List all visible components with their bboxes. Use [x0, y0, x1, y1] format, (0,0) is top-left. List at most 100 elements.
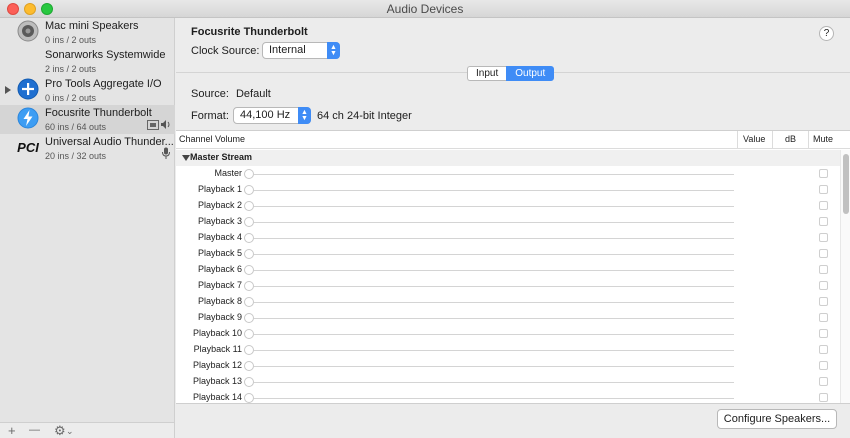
gear-icon[interactable]: ⚙ [54, 424, 66, 437]
volume-slider-knob[interactable] [244, 185, 254, 195]
channel-label: Playback 13 [192, 376, 242, 386]
aggregate-plus-icon [17, 78, 39, 100]
volume-slider-track[interactable] [254, 366, 734, 367]
channel-label: Playback 11 [193, 344, 242, 354]
disclosure-triangle-icon[interactable] [182, 155, 190, 161]
mute-checkbox[interactable] [819, 361, 828, 370]
device-item-sonarworks-systemwide[interactable]: Sonarworks Systemwide 2 ins / 2 outs [0, 47, 175, 76]
volume-slider-knob[interactable] [244, 393, 254, 403]
volume-slider-track[interactable] [254, 334, 734, 335]
mute-checkbox[interactable] [819, 265, 828, 274]
volume-slider-knob[interactable] [244, 329, 254, 339]
help-button[interactable]: ? [819, 26, 834, 41]
mute-checkbox[interactable] [819, 233, 828, 242]
mute-checkbox[interactable] [819, 345, 828, 354]
device-name: Focusrite Thunderbolt [45, 107, 152, 119]
mute-checkbox[interactable] [819, 185, 828, 194]
channel-row: Playback 7 [176, 278, 840, 294]
mute-checkbox[interactable] [819, 329, 828, 338]
microphone-icon [162, 147, 170, 162]
tab-input[interactable]: Input [467, 66, 507, 81]
device-io-count: 0 ins / 2 outs [45, 35, 97, 45]
mute-checkbox[interactable] [819, 201, 828, 210]
disclosure-triangle-icon[interactable] [5, 86, 11, 94]
remove-device-button[interactable]: — [29, 424, 40, 437]
mute-checkbox[interactable] [819, 169, 828, 178]
device-item-universal-audio[interactable]: PCI Universal Audio Thunder... 20 ins / … [0, 134, 175, 163]
window-title: Audio Devices [386, 2, 464, 16]
device-name: Sonarworks Systemwide [45, 49, 166, 61]
volume-slider-track[interactable] [254, 318, 734, 319]
volume-slider-knob[interactable] [244, 169, 254, 179]
format-select[interactable]: 44,100 Hz ▲ ▼ [233, 107, 311, 124]
column-header-mute[interactable]: Mute [813, 134, 833, 144]
volume-slider-knob[interactable] [244, 313, 254, 323]
device-io-count: 60 ins / 64 outs [45, 122, 107, 132]
group-label: Master Stream [190, 152, 253, 162]
volume-slider-track[interactable] [254, 238, 734, 239]
format-label: Format: [191, 110, 229, 122]
column-header-db[interactable]: dB [785, 134, 796, 144]
volume-slider-knob[interactable] [244, 345, 254, 355]
volume-slider-knob[interactable] [244, 281, 254, 291]
volume-slider-knob[interactable] [244, 233, 254, 243]
device-item-focusrite-thunderbolt[interactable]: Focusrite Thunderbolt 60 ins / 64 outs [0, 105, 175, 134]
mute-checkbox[interactable] [819, 297, 828, 306]
group-row-master-stream[interactable]: Master Stream [176, 150, 840, 166]
volume-slider-knob[interactable] [244, 297, 254, 307]
thunderbolt-icon [17, 107, 39, 129]
mute-checkbox[interactable] [819, 393, 828, 402]
channel-volume-table: Channel Volume Value dB Mute Master Stre… [176, 130, 850, 404]
table-header: Channel Volume Value dB Mute [176, 131, 850, 149]
select-stepper-icon: ▲ ▼ [327, 42, 340, 59]
tab-output[interactable]: Output [506, 66, 555, 81]
column-header-value[interactable]: Value [743, 134, 765, 144]
volume-slider-track[interactable] [254, 286, 734, 287]
channel-label: Playback 5 [197, 248, 242, 258]
mute-checkbox[interactable] [819, 217, 828, 226]
volume-slider-track[interactable] [254, 302, 734, 303]
volume-slider-track[interactable] [254, 382, 734, 383]
volume-slider-knob[interactable] [244, 217, 254, 227]
device-io-count: 0 ins / 2 outs [45, 93, 97, 103]
scrollbar-thumb[interactable] [843, 154, 849, 214]
channel-row: Playback 3 [176, 214, 840, 230]
channel-label: Playback 3 [197, 216, 242, 226]
channel-row: Playback 2 [176, 198, 840, 214]
channel-row: Playback 12 [176, 358, 840, 374]
channel-row: Playback 8 [176, 294, 840, 310]
volume-slider-track[interactable] [254, 398, 734, 399]
format-channel-info: 64 ch 24-bit Integer [317, 110, 412, 122]
volume-slider-track[interactable] [254, 222, 734, 223]
mute-checkbox[interactable] [819, 249, 828, 258]
device-item-pro-tools-aggregate[interactable]: Pro Tools Aggregate I/O 0 ins / 2 outs [0, 76, 175, 105]
volume-slider-knob[interactable] [244, 265, 254, 275]
device-io-count: 2 ins / 2 outs [45, 64, 97, 74]
channel-row: Playback 10 [176, 326, 840, 342]
channel-row: Playback 5 [176, 246, 840, 262]
volume-slider-knob[interactable] [244, 201, 254, 211]
volume-slider-track[interactable] [254, 206, 734, 207]
volume-slider-knob[interactable] [244, 249, 254, 259]
volume-slider-track[interactable] [254, 270, 734, 271]
volume-slider-track[interactable] [254, 350, 734, 351]
gear-menu-chevron-icon[interactable]: ⌄ [66, 425, 74, 438]
configure-speakers-button[interactable]: Configure Speakers... [717, 409, 837, 429]
column-separator [772, 131, 773, 149]
volume-slider-track[interactable] [254, 174, 734, 175]
volume-slider-knob[interactable] [244, 361, 254, 371]
mute-checkbox[interactable] [819, 313, 828, 322]
speaker-icon [17, 20, 39, 42]
vertical-scrollbar[interactable] [840, 150, 850, 403]
title-bar[interactable]: Audio Devices [0, 0, 850, 18]
add-device-button[interactable]: + [8, 424, 16, 437]
volume-slider-knob[interactable] [244, 377, 254, 387]
mute-checkbox[interactable] [819, 377, 828, 386]
mute-checkbox[interactable] [819, 281, 828, 290]
source-label: Source: [191, 88, 229, 100]
volume-slider-track[interactable] [254, 254, 734, 255]
clock-source-select[interactable]: Internal ▲ ▼ [262, 42, 340, 59]
volume-slider-track[interactable] [254, 190, 734, 191]
device-item-mac-mini-speakers[interactable]: Mac mini Speakers 0 ins / 2 outs [0, 18, 175, 47]
column-header-channel-volume[interactable]: Channel Volume [179, 134, 245, 144]
